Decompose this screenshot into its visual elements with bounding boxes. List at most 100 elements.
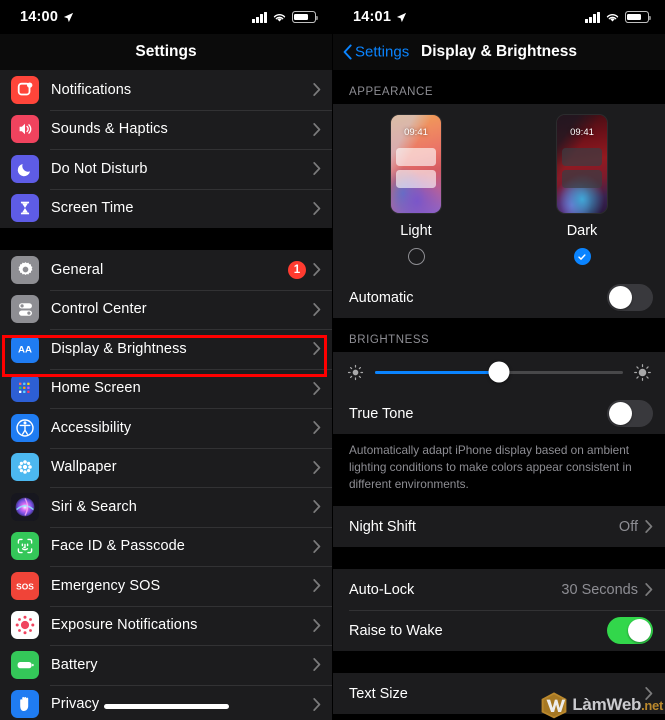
cellular-signal-icon: [252, 11, 267, 23]
text-size-label: Text Size: [349, 685, 408, 702]
sidebar-item-battery[interactable]: Battery: [0, 645, 332, 685]
emergency-sos-icon: SOS: [11, 571, 39, 600]
row-automatic[interactable]: Automatic: [333, 277, 665, 318]
sidebar-item-sounds-haptics[interactable]: Sounds & Haptics: [0, 109, 332, 149]
chevron-right-icon: [313, 618, 321, 632]
wifi-icon: [606, 13, 619, 22]
sidebar-item-label: Emergency SOS: [51, 577, 161, 594]
true-tone-label: True Tone: [349, 405, 414, 422]
appearance-option-label: Dark: [566, 223, 598, 239]
status-bar-left-group: 14:00: [20, 9, 74, 25]
automatic-label: Automatic: [349, 289, 414, 306]
sidebar-item-label: Control Center: [51, 301, 147, 318]
chevron-right-icon: [313, 539, 321, 553]
night-shift-block: Night Shift Off: [333, 506, 665, 548]
general-gear-icon: [11, 255, 39, 284]
brightness-block: True Tone: [333, 352, 665, 434]
auto-lock-accessory: 30 Seconds: [561, 582, 653, 598]
sidebar-item-label: Display & Brightness: [51, 340, 187, 357]
sidebar-item-label: Home Screen: [51, 380, 141, 397]
settings-group-1: Notifications Sounds & Haptics Do Not Di…: [0, 70, 332, 228]
location-arrow-icon: [397, 12, 407, 22]
light-radio-button[interactable]: [407, 248, 425, 265]
accessibility-icon: [11, 413, 39, 442]
thumbnail-clock: 09:41: [404, 127, 428, 138]
sidebar-item-exposure-notifications[interactable]: Exposure Notifications: [0, 605, 332, 645]
brightness-slider-row[interactable]: [333, 352, 665, 393]
row-night-shift[interactable]: Night Shift Off: [333, 506, 665, 548]
status-bar-right: 14:01: [333, 0, 665, 34]
sidebar-item-control-center[interactable]: Control Center: [0, 289, 332, 329]
raise-to-wake-toggle[interactable]: [607, 617, 653, 645]
sidebar-item-home-screen[interactable]: Home Screen: [0, 368, 332, 408]
status-time: 14:00: [20, 9, 59, 25]
battery-settings-icon: [11, 650, 39, 679]
sidebar-item-emergency-sos[interactable]: SOS Emergency SOS: [0, 566, 332, 606]
row-accessory: [313, 658, 332, 672]
sidebar-item-notifications[interactable]: Notifications: [0, 70, 332, 110]
sidebar-item-label: Sounds & Haptics: [51, 121, 168, 138]
dark-radio-button-selected[interactable]: [573, 248, 591, 265]
row-accessory: [313, 122, 332, 136]
sidebar-item-privacy[interactable]: Privacy: [0, 684, 332, 720]
brightness-section-header: BRIGHTNESS: [333, 318, 665, 352]
screenshot-root: 14:00 Settings Notifications Sounds & Ha…: [0, 0, 665, 720]
sidebar-item-label: Siri & Search: [51, 498, 137, 515]
chevron-right-icon: [313, 697, 321, 711]
sidebar-item-face-id-passcode[interactable]: Face ID & Passcode: [0, 526, 332, 566]
night-shift-value: Off: [618, 518, 638, 535]
sidebar-item-label: Notifications: [51, 81, 132, 98]
light-theme-thumbnail: 09:41: [390, 114, 442, 214]
brightness-low-icon: [347, 364, 364, 381]
notifications-icon: [11, 75, 39, 104]
auto-lock-value: 30 Seconds: [561, 581, 638, 598]
appearance-option-dark[interactable]: 09:41 Dark: [522, 114, 642, 265]
status-bar-right-group: [252, 11, 319, 23]
lock-block: Auto-Lock 30 Seconds Raise to Wake: [333, 569, 665, 652]
toggle-knob: [609, 402, 632, 425]
brightness-fill: [375, 370, 499, 375]
chevron-right-icon: [313, 162, 321, 176]
brightness-track[interactable]: [375, 361, 623, 383]
svg-text:SOS: SOS: [16, 581, 34, 591]
automatic-toggle[interactable]: [607, 284, 653, 311]
thumbnail-clock: 09:41: [570, 127, 594, 138]
thumbnail-card: [396, 170, 436, 188]
row-accessory: [313, 697, 332, 711]
brightness-thumb[interactable]: [488, 361, 510, 383]
display-brightness-pane: 14:01 Settings Display & Brightness APPE…: [332, 0, 665, 720]
face-id-icon: [11, 532, 39, 561]
row-accessory: [313, 618, 332, 632]
chevron-right-icon: [313, 579, 321, 593]
control-center-icon: [11, 295, 39, 324]
appearance-option-light[interactable]: 09:41 Light: [356, 114, 476, 265]
home-indicator-left: [104, 704, 229, 709]
true-tone-toggle[interactable]: [607, 400, 653, 427]
dark-theme-thumbnail: 09:41: [556, 114, 608, 214]
automatic-block: Automatic: [333, 277, 665, 318]
chevron-right-icon: [313, 460, 321, 474]
row-auto-lock[interactable]: Auto-Lock 30 Seconds: [333, 569, 665, 611]
appearance-section-header: APPEARANCE: [333, 70, 665, 104]
settings-group-2: General 1 Control Center AA Display & Br…: [0, 250, 332, 720]
row-raise-to-wake[interactable]: Raise to Wake: [333, 610, 665, 652]
status-badge: 1: [288, 260, 306, 279]
row-accessory: [313, 579, 332, 593]
chevron-right-icon: [313, 83, 321, 97]
sidebar-item-general[interactable]: General 1: [0, 250, 332, 290]
sidebar-item-display-brightness[interactable]: AA Display & Brightness: [0, 329, 332, 369]
group-separator: [0, 228, 332, 250]
sidebar-item-accessibility[interactable]: Accessibility: [0, 408, 332, 448]
section-separator: [333, 651, 665, 674]
back-button[interactable]: Settings: [343, 44, 409, 61]
sounds-haptics-icon: [11, 115, 39, 144]
sidebar-item-wallpaper[interactable]: Wallpaper: [0, 447, 332, 487]
chevron-right-icon: [313, 421, 321, 435]
sidebar-item-siri-search[interactable]: Siri & Search: [0, 487, 332, 527]
sidebar-item-label: Exposure Notifications: [51, 617, 198, 634]
row-accessory: [313, 162, 332, 176]
row-true-tone[interactable]: True Tone: [333, 393, 665, 434]
row-accessory: [313, 500, 332, 514]
sidebar-item-screen-time[interactable]: Screen Time: [0, 188, 332, 228]
sidebar-item-do-not-disturb[interactable]: Do Not Disturb: [0, 149, 332, 189]
